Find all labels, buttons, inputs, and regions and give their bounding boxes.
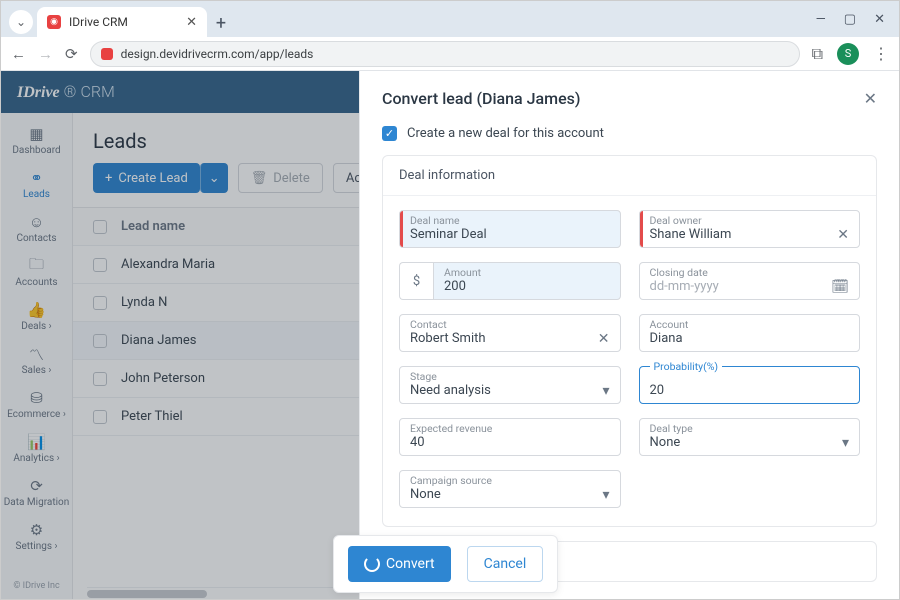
closing-date-field[interactable]: Closing datedd-mm-yyyy🗓 <box>639 262 861 300</box>
extensions-icon[interactable]: ⧉ <box>812 44 823 64</box>
reload-icon[interactable]: ⟳ <box>65 45 78 63</box>
clear-icon[interactable]: ✕ <box>598 331 610 347</box>
browser-tabbar: ⌄ ◉ IDrive CRM ✕ + — ▢ ✕ <box>1 1 899 37</box>
campaign-source-select[interactable]: Campaign sourceNone▾ <box>399 470 621 508</box>
currency-prefix: $ <box>399 262 433 300</box>
chevron-down-icon: ▾ <box>602 383 609 399</box>
deal-type-select[interactable]: Deal typeNone▾ <box>639 418 861 456</box>
chevron-down-icon: ▾ <box>842 435 849 451</box>
close-icon[interactable]: ✕ <box>864 89 877 108</box>
forward-icon[interactable]: → <box>38 45 53 63</box>
favicon-icon: ◉ <box>47 15 61 29</box>
browser-toolbar: ← → ⟳ design.devidrivecrm.com/app/leads … <box>1 37 899 71</box>
card-title: Deal information <box>383 156 876 196</box>
address-bar[interactable]: design.devidrivecrm.com/app/leads <box>90 41 800 67</box>
tab-chevron-icon[interactable]: ⌄ <box>9 10 33 34</box>
panel-footer: Convert Cancel <box>333 535 558 593</box>
close-window-icon[interactable]: ✕ <box>874 12 885 27</box>
create-deal-checkbox[interactable]: ✓ <box>382 126 397 141</box>
amount-field[interactable]: Amount200 <box>433 262 621 300</box>
convert-button[interactable]: Convert <box>348 546 451 582</box>
panel-title: Convert lead (Diana James) <box>382 89 581 108</box>
deal-name-field[interactable]: Deal nameSeminar Deal <box>399 210 621 248</box>
minimize-icon[interactable]: — <box>816 12 826 27</box>
cancel-button[interactable]: Cancel <box>467 546 544 582</box>
convert-lead-panel: Convert lead (Diana James) ✕ ✓ Create a … <box>359 71 899 599</box>
profile-avatar[interactable]: S <box>837 43 859 65</box>
close-icon[interactable]: ✕ <box>186 15 197 30</box>
create-deal-label: Create a new deal for this account <box>407 126 604 141</box>
deal-owner-field[interactable]: Deal ownerShane William✕ <box>639 210 861 248</box>
stage-select[interactable]: StageNeed analysis▾ <box>399 366 621 404</box>
kebab-menu-icon[interactable]: ⋮ <box>873 44 889 63</box>
site-identity-icon <box>101 48 113 60</box>
expected-revenue-field[interactable]: Expected revenue40 <box>399 418 621 456</box>
url-text: design.devidrivecrm.com/app/leads <box>121 47 314 61</box>
deal-info-card: Deal information Deal nameSeminar Deal D… <box>382 155 877 527</box>
browser-tab[interactable]: ◉ IDrive CRM ✕ <box>37 7 207 37</box>
chevron-down-icon: ▾ <box>602 487 609 503</box>
contact-field[interactable]: ContactRobert Smith✕ <box>399 314 621 352</box>
new-tab-button[interactable]: + <box>207 9 235 37</box>
probability-field[interactable]: Probability(%)20 <box>639 366 861 404</box>
maximize-icon[interactable]: ▢ <box>844 12 856 27</box>
window-controls: — ▢ ✕ <box>802 1 899 37</box>
tab-title: IDrive CRM <box>69 15 128 29</box>
clear-icon[interactable]: ✕ <box>837 227 849 243</box>
refresh-icon <box>364 556 380 572</box>
calendar-icon[interactable]: 🗓 <box>831 279 849 295</box>
back-icon[interactable]: ← <box>11 45 26 63</box>
account-field[interactable]: AccountDiana <box>639 314 861 352</box>
